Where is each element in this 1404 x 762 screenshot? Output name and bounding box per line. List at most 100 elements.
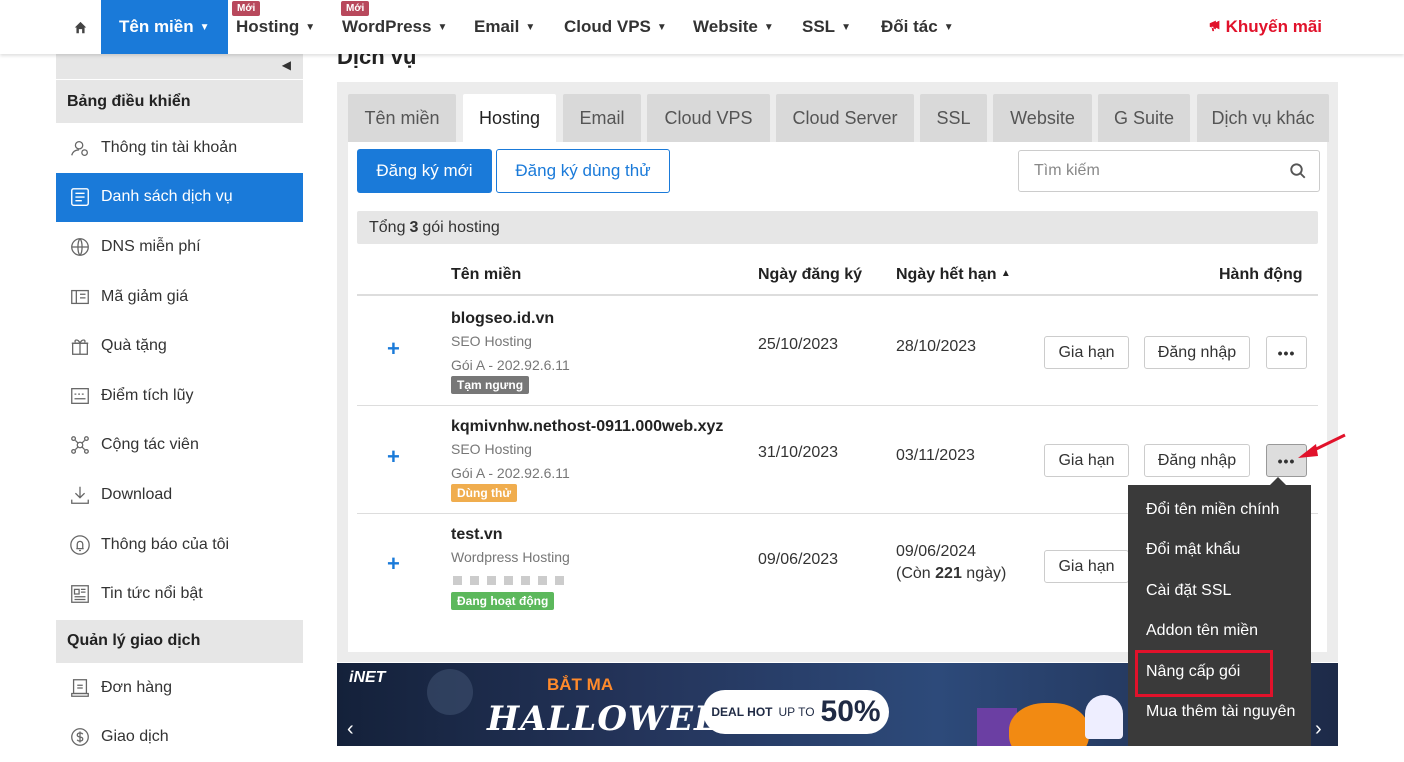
chevron-down-icon: ▼ bbox=[841, 21, 851, 33]
masked-package-info bbox=[453, 576, 564, 585]
inet-logo: iNET bbox=[349, 669, 386, 686]
expand-icon[interactable]: + bbox=[387, 336, 400, 362]
nav-wordpress[interactable]: Mới WordPress ▼ bbox=[341, 0, 447, 54]
nav-cloud-vps[interactable]: Cloud VPS ▼ bbox=[564, 0, 667, 54]
header-domain[interactable]: Tên miền bbox=[451, 266, 521, 284]
news-icon bbox=[68, 582, 92, 606]
tab-hosting[interactable]: Hosting bbox=[463, 94, 556, 142]
row-exp-date: 03/11/2023 bbox=[896, 447, 975, 464]
nav-partner-label: Đối tác bbox=[881, 17, 938, 36]
menu-item-addon-domain[interactable]: Addon tên miền bbox=[1146, 622, 1258, 640]
header-exp-date[interactable]: Ngày hết hạn ▲ bbox=[896, 266, 1011, 284]
renew-button[interactable]: Gia hạn bbox=[1044, 550, 1129, 583]
menu-item-install-ssl[interactable]: Cài đặt SSL bbox=[1146, 582, 1231, 600]
sidebar-item-label: Thông báo của tôi bbox=[101, 535, 230, 553]
nav-domain[interactable]: Tên miền ▼ bbox=[101, 0, 228, 54]
bell-icon bbox=[68, 533, 92, 557]
sidebar-item-download[interactable]: Download bbox=[56, 470, 303, 520]
sidebar-item-coupon[interactable]: Mã giảm giá bbox=[56, 272, 303, 322]
nav-ssl[interactable]: SSL ▼ bbox=[802, 0, 851, 54]
sidebar-item-transactions[interactable]: Giao dịch bbox=[56, 713, 303, 762]
status-badge: Tạm ngưng bbox=[451, 376, 530, 394]
expand-icon[interactable]: + bbox=[387, 444, 400, 470]
ghost-decoration bbox=[1085, 695, 1123, 739]
chevron-down-icon: ▼ bbox=[943, 21, 954, 33]
summary-suffix: gói hosting bbox=[422, 218, 500, 236]
status-badge: Đang hoạt động bbox=[451, 592, 555, 610]
more-actions-button[interactable]: ••• bbox=[1266, 336, 1307, 369]
row-domain[interactable]: kqmivnhw.nethost-0911.000web.xyz bbox=[451, 418, 723, 436]
tab-domain[interactable]: Tên miền bbox=[348, 94, 456, 142]
nav-ssl-label: SSL bbox=[802, 17, 836, 36]
login-button[interactable]: Đăng nhập bbox=[1144, 336, 1250, 369]
status-badge: Dùng thử bbox=[451, 484, 518, 502]
sidebar-item-gift[interactable]: Quà tặng bbox=[56, 321, 303, 371]
deal-upto: UP TO bbox=[778, 705, 815, 719]
tab-email[interactable]: Email bbox=[563, 94, 641, 142]
invoice-icon bbox=[68, 676, 92, 700]
nav-email[interactable]: Email ▼ bbox=[474, 0, 535, 54]
sidebar-item-label: Mã giảm giá bbox=[101, 287, 189, 305]
summary-count: 3 bbox=[409, 218, 419, 236]
renew-button[interactable]: Gia hạn bbox=[1044, 336, 1129, 369]
sidebar-item-label: Giao dịch bbox=[101, 728, 169, 746]
menu-item-upgrade-package[interactable]: Nâng cấp gói bbox=[1146, 663, 1240, 681]
sidebar-item-notifications[interactable]: Thông báo của tôi bbox=[56, 520, 303, 570]
tab-ssl[interactable]: SSL bbox=[920, 94, 987, 142]
header-reg-date[interactable]: Ngày đăng ký bbox=[758, 266, 862, 284]
nav-partner[interactable]: Đối tác ▼ bbox=[881, 0, 954, 54]
deal-value: 50% bbox=[820, 695, 881, 728]
sidebar-item-label: Download bbox=[101, 485, 173, 503]
register-new-button[interactable]: Đăng ký mới bbox=[357, 149, 492, 193]
nav-email-label: Email bbox=[474, 17, 520, 36]
tab-cloud-server[interactable]: Cloud Server bbox=[776, 94, 914, 142]
tab-website[interactable]: Website bbox=[993, 94, 1092, 142]
banner-title-top: BẮT MA bbox=[547, 675, 614, 694]
sidebar-item-affiliate[interactable]: Cộng tác viên bbox=[56, 421, 303, 471]
download-icon bbox=[68, 483, 92, 507]
login-button[interactable]: Đăng nhập bbox=[1144, 444, 1250, 477]
remaining-days: 221 bbox=[935, 565, 962, 582]
menu-item-change-main-domain[interactable]: Đổi tên miền chính bbox=[1146, 501, 1279, 519]
expand-icon[interactable]: + bbox=[387, 551, 400, 577]
search-icon[interactable] bbox=[1289, 162, 1307, 185]
chevron-down-icon: ▼ bbox=[525, 21, 536, 33]
menu-item-change-password[interactable]: Đổi mật khẩu bbox=[1146, 541, 1240, 559]
tab-cloud-vps[interactable]: Cloud VPS bbox=[647, 94, 770, 142]
search-input[interactable] bbox=[1019, 151, 1279, 191]
pumpkin-decoration bbox=[1009, 703, 1089, 746]
tab-other-services[interactable]: Dịch vụ khác bbox=[1197, 94, 1329, 142]
home-icon[interactable] bbox=[62, 0, 98, 54]
tab-gsuite[interactable]: G Suite bbox=[1098, 94, 1190, 142]
nav-hosting-label: Hosting bbox=[236, 17, 300, 36]
banner-next-icon[interactable]: › bbox=[1315, 718, 1322, 741]
row-domain[interactable]: test.vn bbox=[451, 526, 503, 544]
chevron-down-icon: ▼ bbox=[305, 21, 316, 33]
sidebar-item-dns[interactable]: DNS miễn phí bbox=[56, 222, 303, 272]
renew-button[interactable]: Gia hạn bbox=[1044, 444, 1129, 477]
sidebar-item-service-list[interactable]: Danh sách dịch vụ bbox=[56, 172, 303, 223]
row-domain[interactable]: blogseo.id.vn bbox=[451, 310, 554, 328]
nav-website[interactable]: Website ▼ bbox=[693, 0, 774, 54]
banner-prev-icon[interactable]: ‹ bbox=[347, 718, 354, 741]
globe-icon bbox=[68, 235, 92, 259]
sidebar-item-orders[interactable]: Đơn hàng bbox=[56, 663, 303, 713]
menu-item-buy-resources[interactable]: Mua thêm tài nguyên bbox=[1146, 703, 1295, 721]
promo-link[interactable]: Khuyến mãi bbox=[1208, 0, 1322, 54]
sidebar-item-label: Điểm tích lũy bbox=[101, 386, 194, 404]
sidebar-item-news[interactable]: Tin tức nổi bật bbox=[56, 569, 303, 619]
register-trial-button[interactable]: Đăng ký dùng thử bbox=[496, 149, 670, 193]
sidebar-item-points[interactable]: Điểm tích lũy bbox=[56, 371, 303, 421]
chevron-down-icon: ▼ bbox=[763, 21, 774, 33]
sidebar-item-account-info[interactable]: Thông tin tài khoản bbox=[56, 123, 303, 173]
row-remaining: (Còn 221 ngày) bbox=[896, 565, 1006, 583]
row-exp-date: 28/10/2023 bbox=[896, 338, 977, 355]
top-navigation: Tên miền ▼ Mới Hosting ▼ Mới WordPress ▼ Em… bbox=[0, 0, 1404, 54]
chevron-down-icon: ▼ bbox=[199, 21, 210, 33]
sidebar-collapse-bar[interactable]: ◀ bbox=[56, 54, 303, 79]
summary-bar: Tổng 3 gói hosting bbox=[357, 211, 1318, 244]
sidebar-section-dashboard: Bảng điều khiển bbox=[56, 80, 303, 123]
nav-hosting[interactable]: Mới Hosting ▼ bbox=[232, 0, 316, 54]
chevron-left-icon[interactable]: ◀ bbox=[282, 58, 291, 72]
user-settings-icon bbox=[68, 136, 92, 160]
